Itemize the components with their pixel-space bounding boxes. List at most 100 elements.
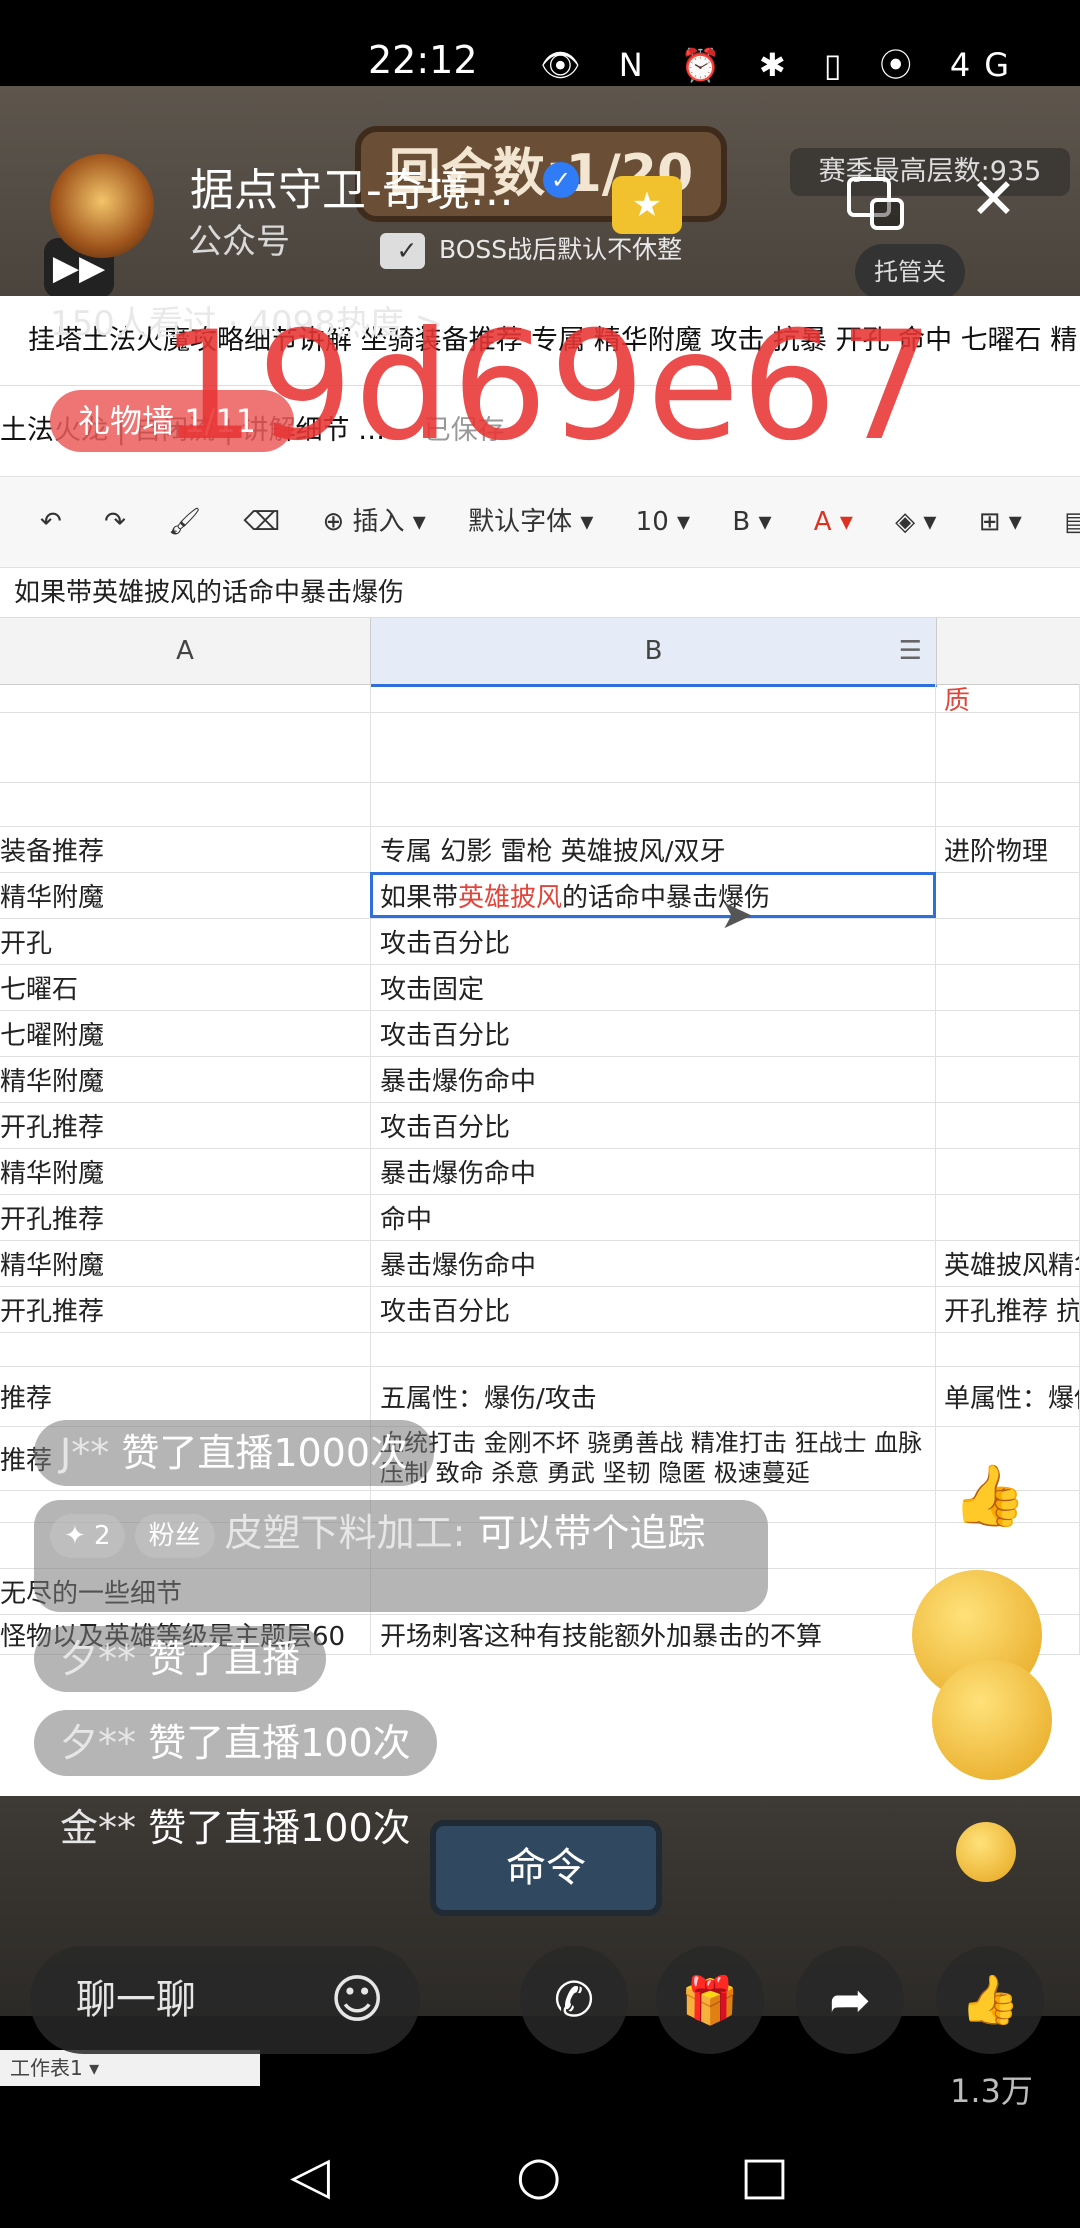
- column-header-a[interactable]: A: [0, 618, 371, 684]
- cell-b[interactable]: 专属 幻影 雷枪 英雄披风/双牙: [371, 826, 936, 872]
- fill-color-button[interactable]: ◈ ▾: [895, 477, 936, 567]
- cell-b[interactable]: 开场刺客这种有技能额外加暴击的不算: [371, 1614, 936, 1654]
- follow-star-icon[interactable]: ★: [612, 176, 682, 234]
- cell-a[interactable]: 七曜附魔: [0, 1010, 371, 1056]
- border-button[interactable]: ⊞ ▾: [979, 477, 1022, 567]
- chat-user: 夕**: [60, 1721, 137, 1765]
- cell-a[interactable]: 精华附魔: [0, 1148, 371, 1194]
- cell-b[interactable]: 暴击爆伤命中: [371, 1240, 936, 1286]
- sheet-toolbar: ↶ ↷ 🖌 ⌫ ⊕ 插入 ▾ 默认字体 ▾ 10 ▾ B ▾ A ▾ ◈ ▾ ⊞…: [0, 476, 1080, 568]
- cell-b[interactable]: 攻击百分比: [371, 1102, 936, 1148]
- cell-c[interactable]: [936, 872, 1080, 918]
- chat-item: 夕** 赞了直播: [34, 1626, 327, 1692]
- font-select[interactable]: 默认字体 ▾: [468, 477, 593, 567]
- cell-a[interactable]: [0, 1332, 371, 1366]
- cell-b[interactable]: [371, 684, 936, 712]
- chat-text: 赞了直播100次: [148, 1806, 411, 1850]
- cell-c[interactable]: [936, 918, 1080, 964]
- cell-b[interactable]: 血统打击 金刚不坏 骁勇善战 精准打击 狂战士 血脉压制 致命 杀意 勇武 坚韧…: [371, 1426, 936, 1490]
- cell-c[interactable]: 质: [936, 684, 1080, 712]
- more-button[interactable]: ▤ ▾: [1064, 477, 1080, 567]
- chat-user: 皮塑下料加工:: [224, 1511, 466, 1555]
- cell-a[interactable]: 精华附魔: [0, 872, 371, 918]
- action-bar: 聊一聊 ☺ ✆ 🎁 ➦ 👍: [0, 1946, 1080, 2054]
- cell-c[interactable]: [936, 964, 1080, 1010]
- cell-b[interactable]: 攻击百分比: [371, 918, 936, 964]
- filter-icon[interactable]: ☰: [899, 618, 922, 684]
- cell-b[interactable]: 命中: [371, 1194, 936, 1240]
- chat-text: 赞了直播1000次: [121, 1431, 409, 1475]
- insert-button[interactable]: ⊕ 插入 ▾: [322, 477, 425, 567]
- cell-c[interactable]: 英雄披风精华: [936, 1240, 1080, 1286]
- cell-b[interactable]: [371, 712, 936, 782]
- cell-a[interactable]: 开孔推荐: [0, 1194, 371, 1240]
- cell-a[interactable]: 开孔: [0, 918, 371, 964]
- cell-c[interactable]: [936, 1194, 1080, 1240]
- cell-b[interactable]: 五属性：爆伤/攻击: [371, 1366, 936, 1426]
- cell-c[interactable]: [936, 1010, 1080, 1056]
- like-icon[interactable]: 👍: [936, 1946, 1044, 2054]
- cell-a[interactable]: 精华附魔: [0, 1056, 371, 1102]
- home-icon[interactable]: ○: [516, 2146, 561, 2206]
- cell-c[interactable]: 开孔推荐 抗: [936, 1286, 1080, 1332]
- cell-b[interactable]: 攻击百分比: [371, 1010, 936, 1056]
- formula-bar[interactable]: 如果带英雄披风的话命中暴击爆伤: [0, 568, 1080, 618]
- cell-c[interactable]: [936, 782, 1080, 826]
- cell-c[interactable]: [936, 1056, 1080, 1102]
- font-color-button[interactable]: A ▾: [814, 477, 853, 567]
- share-icon[interactable]: ➦: [796, 1946, 904, 2054]
- table-row: [0, 782, 1080, 827]
- table-row: 推荐五属性：爆伤/攻击单属性：爆伤: [0, 1366, 1080, 1427]
- cell-a[interactable]: [0, 712, 371, 782]
- cell-b[interactable]: 攻击固定: [371, 964, 936, 1010]
- cell-b[interactable]: [371, 1332, 936, 1366]
- cell-c[interactable]: [936, 1102, 1080, 1148]
- chat-item: 夕** 赞了直播100次: [34, 1710, 437, 1776]
- cell-b[interactable]: 攻击百分比: [371, 1286, 936, 1332]
- cell-a[interactable]: 开孔推荐: [0, 1102, 371, 1148]
- channel-name[interactable]: 据点守卫-奇境…: [190, 154, 514, 218]
- picture-in-picture-icon[interactable]: [846, 176, 906, 232]
- close-icon[interactable]: ✕: [970, 172, 1017, 228]
- call-icon[interactable]: ✆: [520, 1946, 628, 2054]
- bold-button[interactable]: B ▾: [732, 477, 771, 567]
- channel-subtitle: 公众号: [188, 222, 290, 262]
- cell-a[interactable]: 开孔推荐: [0, 1286, 371, 1332]
- cell-a[interactable]: 装备推荐: [0, 826, 371, 872]
- cell-b[interactable]: [371, 782, 936, 826]
- cell-a[interactable]: [0, 782, 371, 826]
- redo-icon[interactable]: ↷: [104, 477, 126, 567]
- table-row: 开孔推荐 命中: [0, 1194, 1080, 1241]
- column-header-b[interactable]: B ☰: [371, 618, 937, 687]
- cell-b[interactable]: 暴击爆伤命中: [371, 1056, 936, 1102]
- clear-format-icon[interactable]: ⌫: [243, 477, 280, 567]
- cell-a[interactable]: 七曜石: [0, 964, 371, 1010]
- font-size-select[interactable]: 10 ▾: [636, 477, 690, 567]
- chat-input[interactable]: 聊一聊 ☺: [30, 1946, 420, 2054]
- boss-option: ✓ BOSS战后默认不休整: [380, 230, 682, 269]
- cell-a[interactable]: 推荐: [0, 1366, 371, 1426]
- recent-apps-icon[interactable]: □: [740, 2146, 789, 2206]
- thumbs-up-icon: 👍: [952, 1461, 1027, 1531]
- gift-icon[interactable]: 🎁: [656, 1946, 764, 2054]
- cell-b[interactable]: 暴击爆伤命中: [371, 1148, 936, 1194]
- cell-c[interactable]: [936, 1332, 1080, 1366]
- channel-avatar[interactable]: [50, 154, 154, 258]
- cell-c[interactable]: [936, 712, 1080, 782]
- back-icon[interactable]: ◁: [290, 2146, 330, 2206]
- fan-level-badge: ✦ 2: [50, 1513, 125, 1558]
- undo-icon[interactable]: ↶: [40, 477, 62, 567]
- cell-a[interactable]: [0, 684, 371, 712]
- sheet-tab[interactable]: 工作表1 ▾: [0, 2050, 260, 2086]
- table-row: 精华附魔 暴击爆伤命中: [0, 1056, 1080, 1103]
- fan-badge: 粉丝: [134, 1513, 215, 1558]
- cell-a[interactable]: 精华附魔: [0, 1240, 371, 1286]
- chat-item: 金** 赞了直播100次: [34, 1795, 437, 1861]
- chat-user: 夕**: [60, 1637, 137, 1681]
- status-bar: 22:12 👁 N ⏰ ✱ ▯ ⦿ 4G 5G ▭: [0, 0, 1080, 124]
- emoji-icon[interactable]: ☺: [330, 1946, 384, 2054]
- cell-c[interactable]: 单属性：爆伤: [936, 1366, 1080, 1426]
- cell-c[interactable]: 进阶物理: [936, 826, 1080, 872]
- cell-c[interactable]: [936, 1148, 1080, 1194]
- format-painter-icon[interactable]: 🖌: [168, 477, 201, 567]
